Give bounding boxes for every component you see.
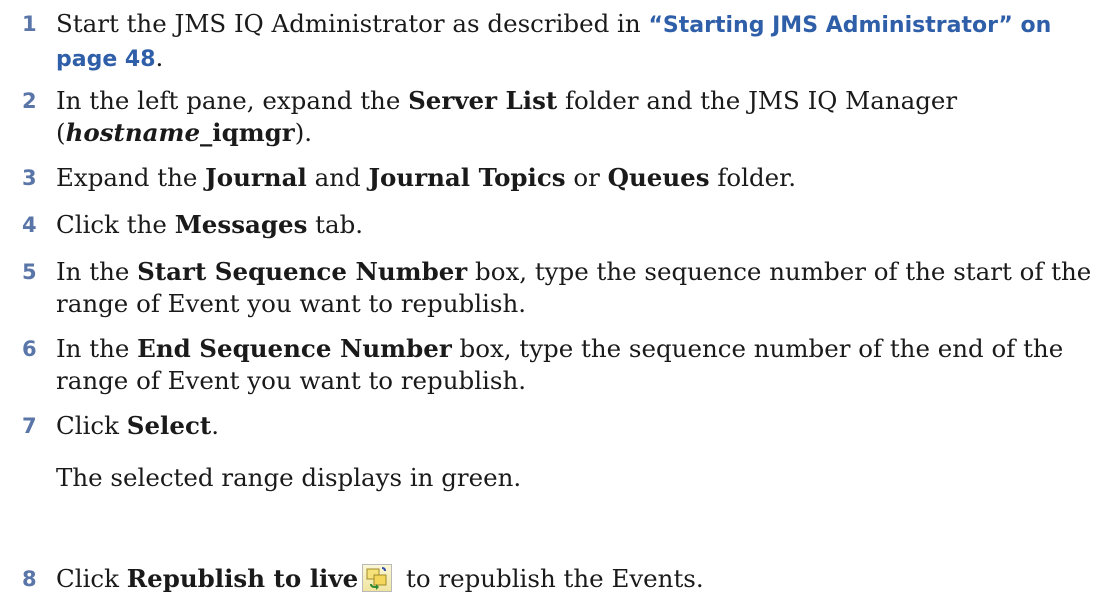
step-text: Click the Messages tab. <box>56 209 1098 241</box>
text-run: Click <box>56 411 127 440</box>
step-2: 2 In the left pane, expand the Server Li… <box>22 85 1098 149</box>
italic-term: hostname <box>65 118 201 147</box>
step-number: 5 <box>22 260 37 284</box>
step-text: Click Select. <box>56 410 1098 442</box>
bold-term: hostname_iqmgr <box>66 118 295 147</box>
step-6: 6 In the End Sequence Number box, type t… <box>22 333 1098 397</box>
text-run: Click <box>56 564 127 593</box>
bold-term: Journal <box>205 163 307 192</box>
text-run: ). <box>294 118 313 147</box>
step-8: 8 Click Republish to live to republish t… <box>22 563 1098 595</box>
text-run: . <box>155 43 164 72</box>
step-number: 3 <box>22 166 37 190</box>
bold-term: Messages <box>174 210 308 239</box>
text-run: In the <box>56 334 138 363</box>
text-run: Click the <box>56 210 175 239</box>
step-text: In the left pane, expand the Server List… <box>56 85 1098 149</box>
text-run: Start the JMS IQ Administrator as descri… <box>56 9 649 38</box>
step-4: 4 Click the Messages tab. <box>22 209 1098 241</box>
step-1: 1 Start the JMS IQ Administrator as desc… <box>22 8 1098 76</box>
step-text: Expand the Journal and Journal Topics or… <box>56 162 1098 194</box>
text-run: Expand the <box>56 163 206 192</box>
bold-term: _iqmgr <box>200 118 295 147</box>
step-text: Start the JMS IQ Administrator as descri… <box>56 8 1098 76</box>
step-number: 6 <box>22 337 37 361</box>
text-run: and <box>306 163 369 192</box>
step-number: 4 <box>22 213 37 237</box>
text-run: In the left pane, expand the <box>56 86 409 115</box>
step-number: 7 <box>22 414 37 438</box>
text-run: folder. <box>709 163 796 192</box>
step-5: 5 In the Start Sequence Number box, type… <box>22 256 1098 320</box>
text-run: . <box>211 411 219 440</box>
step-text: Click Republish to live to republish the… <box>56 563 1098 595</box>
step-text: In the Start Sequence Number box, type t… <box>56 256 1098 320</box>
step-7: 7 Click Select. <box>22 410 1098 442</box>
step-number: 2 <box>22 89 37 113</box>
bold-term: End Sequence Number <box>137 334 452 363</box>
text-run: tab. <box>307 210 364 239</box>
text-run: to republish the Events. <box>398 564 704 593</box>
bold-term: Queues <box>607 163 710 192</box>
step-note: The selected range displays in green. <box>56 463 522 492</box>
step-3: 3 Expand the Journal and Journal Topics … <box>22 162 1098 194</box>
step-number: 8 <box>22 567 37 591</box>
step-number: 1 <box>22 12 37 36</box>
bold-term: Server List <box>408 86 558 115</box>
procedure-steps: 1 Start the JMS IQ Administrator as desc… <box>0 0 1108 614</box>
step-text: In the End Sequence Number box, type the… <box>56 333 1098 397</box>
republish-to-live-icon <box>362 564 393 592</box>
text-run: In the <box>56 257 138 286</box>
text-run: or <box>565 163 608 192</box>
bold-term: Journal Topics <box>368 163 566 192</box>
bold-term: Start Sequence Number <box>137 257 468 286</box>
bold-term: Republish to live <box>126 564 359 593</box>
bold-term: Select <box>126 411 212 440</box>
